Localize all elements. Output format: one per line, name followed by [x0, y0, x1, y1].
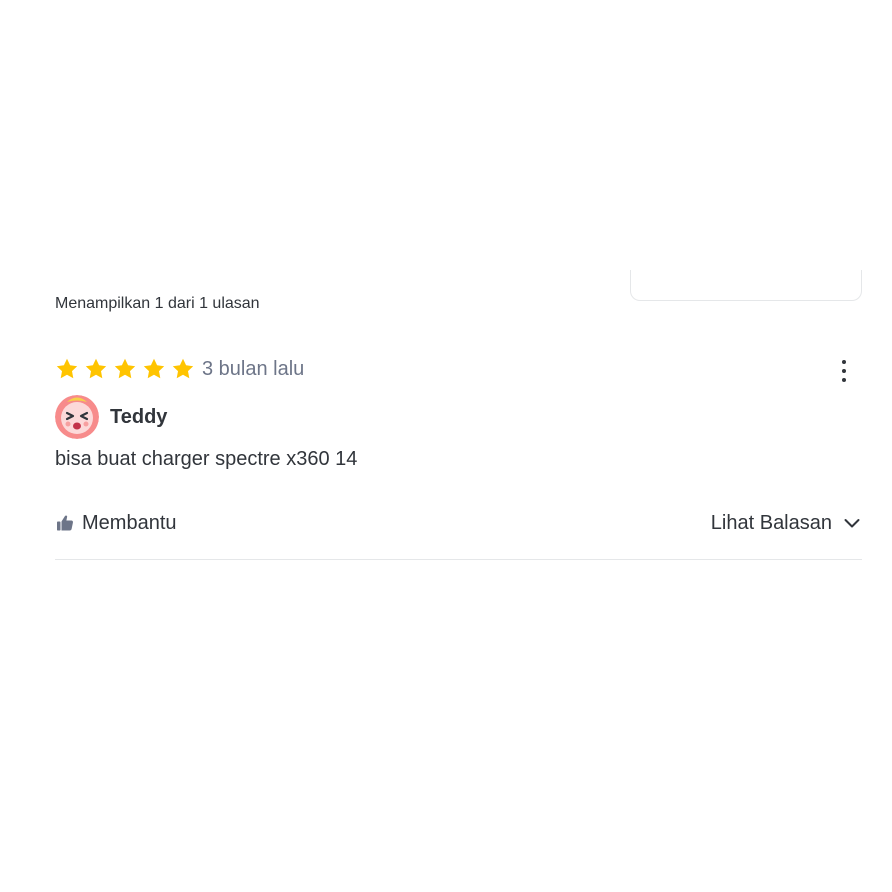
star-icon — [55, 357, 79, 381]
view-replies-button[interactable]: Lihat Balasan — [711, 512, 862, 535]
laughing-face-avatar-icon — [55, 395, 99, 439]
thumbs-up-icon — [55, 513, 75, 533]
review-actions: Membantu Lihat Balasan — [55, 506, 862, 540]
more-options-button[interactable] — [834, 356, 854, 386]
review-card: 3 bulan lalu Teddy bisa buat charger spe… — [55, 352, 862, 471]
more-vertical-icon-dot — [842, 369, 846, 373]
review-page: Menampilkan 1 dari 1 ulasan 3 bulan lalu… — [0, 0, 892, 892]
sort-dropdown[interactable] — [630, 270, 862, 301]
chevron-down-icon — [842, 513, 862, 533]
star-icon — [113, 357, 137, 381]
view-replies-label: Lihat Balasan — [710, 511, 832, 534]
helpful-label: Membantu — [82, 511, 177, 534]
review-divider — [55, 559, 862, 560]
rating-row: 3 bulan lalu — [55, 352, 862, 386]
star-icon — [171, 357, 195, 381]
helpful-button[interactable]: Membantu — [55, 512, 177, 535]
review-text: bisa buat charger spectre x360 14 — [55, 448, 358, 470]
avatar — [55, 395, 99, 439]
reviewer-name[interactable]: Teddy — [110, 406, 167, 429]
more-vertical-icon-dot — [842, 378, 846, 382]
review-count-text: Menampilkan 1 dari 1 ulasan — [55, 295, 260, 312]
review-time: 3 bulan lalu — [202, 357, 305, 380]
reviewer-row: Teddy — [55, 394, 862, 440]
more-vertical-icon — [842, 360, 846, 364]
star-icon — [142, 357, 166, 381]
star-icon — [84, 357, 108, 381]
star-rating — [55, 357, 200, 381]
